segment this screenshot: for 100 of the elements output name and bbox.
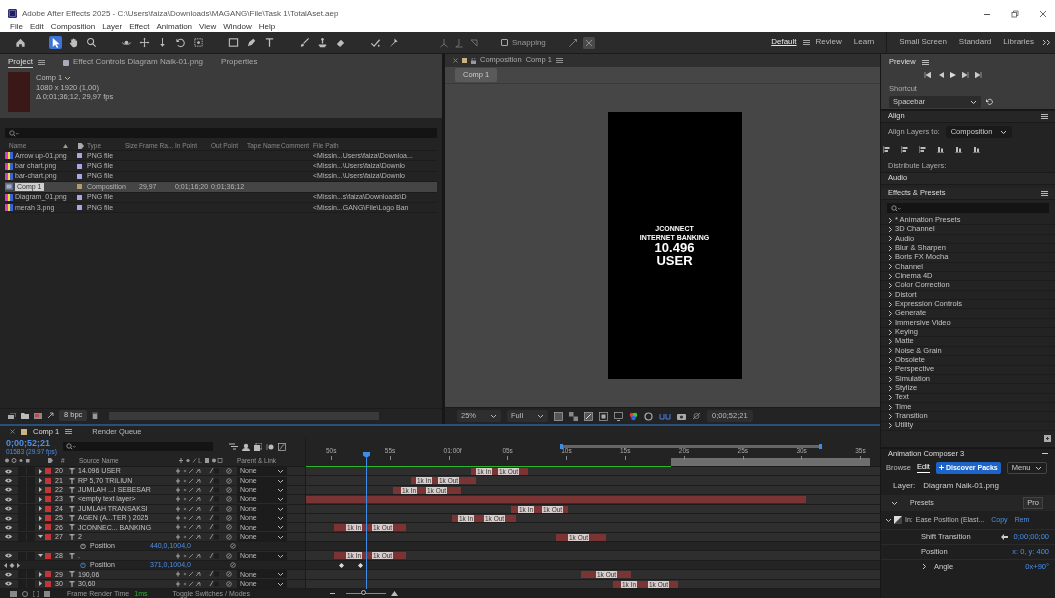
tool-button[interactable] — [192, 36, 205, 49]
stopwatch-icon[interactable] — [80, 543, 86, 550]
transparency-grid-icon[interactable] — [569, 411, 579, 421]
workspace-tab[interactable]: Learn — [847, 32, 881, 53]
pickwhip-icon[interactable] — [226, 524, 232, 531]
current-time[interactable]: 0;00;52;21 — [6, 438, 57, 448]
keyframe-navigator-icon[interactable] — [4, 562, 20, 568]
menu-item[interactable]: Help — [258, 21, 276, 32]
work-area-bar[interactable] — [561, 444, 821, 448]
workspace-tab[interactable]: Review — [809, 32, 848, 53]
graph-editor-icon[interactable] — [277, 442, 286, 451]
restore-icon[interactable] — [1011, 9, 1019, 18]
pickwhip-icon[interactable] — [226, 571, 232, 578]
eye-icon[interactable] — [5, 506, 12, 512]
show-snapshot-icon[interactable] — [692, 412, 702, 420]
layer-switches-icon[interactable] — [176, 496, 220, 503]
twirl-down-icon[interactable] — [38, 553, 43, 559]
tool-button[interactable] — [298, 36, 311, 49]
eye-icon[interactable] — [5, 496, 12, 502]
minimize-icon[interactable] — [1042, 451, 1048, 457]
close-icon[interactable] — [453, 58, 458, 63]
layer-switches-icon[interactable] — [176, 524, 220, 531]
twirl-right-icon[interactable] — [38, 496, 43, 502]
eye-icon[interactable] — [5, 581, 12, 587]
color-channels-icon[interactable] — [629, 411, 639, 421]
twirl-right-icon[interactable] — [38, 468, 43, 474]
layer-switches-icon[interactable] — [176, 533, 220, 540]
menu-item[interactable]: Edit — [29, 21, 44, 32]
channels-link-icon[interactable] — [659, 412, 672, 420]
tool-button[interactable] — [14, 36, 27, 49]
workspace-tab[interactable]: Standard — [952, 32, 998, 53]
pickwhip-icon[interactable] — [226, 477, 232, 484]
tool-button[interactable] — [49, 36, 62, 49]
more-chevrons-icon[interactable] — [1042, 39, 1051, 46]
frame-blend-icon[interactable] — [253, 442, 262, 451]
layer-switches-icon[interactable] — [176, 468, 220, 475]
left-arrow-icon[interactable] — [1000, 533, 1008, 540]
monitor-icon[interactable] — [614, 411, 624, 421]
tool-button[interactable] — [263, 36, 276, 49]
layer-switches-icon[interactable] — [176, 552, 220, 559]
close-icon[interactable] — [10, 429, 15, 435]
previous-frame-icon[interactable] — [937, 72, 944, 78]
pickwhip-icon[interactable] — [226, 533, 232, 540]
workspace-tab[interactable]: Small Screen — [893, 32, 953, 53]
menu-item[interactable]: Composition — [50, 21, 96, 32]
pickwhip-icon[interactable] — [226, 486, 232, 493]
tool-button[interactable] — [245, 36, 258, 49]
render-icon[interactable] — [10, 590, 17, 597]
snapping-checkbox[interactable] — [501, 39, 508, 46]
eye-icon[interactable] — [5, 525, 12, 530]
layer-switches-icon[interactable] — [176, 515, 220, 522]
panel-tab[interactable]: Effect Controls Diagram Naik-01.png — [72, 57, 204, 68]
eye-icon[interactable] — [5, 478, 12, 484]
trash-icon[interactable] — [92, 412, 99, 419]
ease-curve-icon[interactable] — [894, 515, 902, 524]
pickwhip-icon[interactable] — [230, 543, 236, 550]
menu-icon[interactable] — [555, 57, 563, 64]
align-center-icon[interactable] — [901, 145, 908, 153]
shy-icon[interactable] — [241, 442, 250, 451]
film-icon[interactable] — [44, 590, 50, 597]
safe-margins-icon[interactable] — [599, 411, 609, 421]
search-field[interactable] — [5, 128, 437, 138]
layer-switches-icon[interactable] — [176, 571, 220, 578]
region-icon[interactable] — [554, 411, 564, 421]
tool-button[interactable] — [387, 36, 400, 49]
tool-button[interactable] — [316, 36, 329, 49]
menu-item[interactable]: Effect — [129, 21, 150, 32]
menu-icon[interactable] — [65, 428, 73, 436]
brackets-icon[interactable] — [33, 590, 39, 597]
align-top-icon[interactable] — [937, 145, 944, 153]
camera-icon[interactable] — [677, 412, 687, 420]
tool-button[interactable] — [138, 36, 151, 49]
pickwhip-icon[interactable] — [230, 562, 236, 569]
pickwhip-icon[interactable] — [226, 515, 232, 522]
twirl-right-icon[interactable] — [38, 478, 43, 484]
pickwhip-icon[interactable] — [226, 552, 232, 559]
twirl-right-icon[interactable] — [38, 487, 43, 493]
align-middle-icon[interactable] — [955, 145, 962, 153]
first-frame-icon[interactable] — [924, 72, 931, 78]
stopwatch-icon[interactable] — [80, 562, 86, 569]
pickwhip-icon[interactable] — [226, 505, 232, 512]
eye-icon[interactable] — [5, 553, 12, 559]
interpret-icon[interactable] — [8, 412, 16, 419]
pickwhip-icon[interactable] — [226, 468, 232, 475]
twirl-down-icon[interactable] — [38, 534, 43, 540]
layer-switches-icon[interactable] — [176, 580, 220, 587]
align-right-icon[interactable] — [919, 145, 926, 153]
chevron-icon[interactable] — [921, 563, 926, 571]
menu-icon[interactable] — [802, 39, 810, 46]
tool-button[interactable] — [85, 36, 98, 49]
twirl-right-icon[interactable] — [38, 571, 43, 577]
exposure-icon[interactable] — [644, 411, 654, 421]
panel-tab[interactable]: Project — [8, 56, 33, 69]
layer-switches-icon[interactable] — [176, 486, 220, 493]
pickwhip-icon[interactable] — [226, 496, 232, 503]
search-field[interactable] — [62, 442, 213, 452]
twirl-right-icon[interactable] — [38, 506, 43, 512]
new-item-icon[interactable] — [1044, 435, 1051, 443]
menu-item[interactable]: File — [10, 21, 23, 32]
lock-icon[interactable] — [471, 57, 476, 64]
